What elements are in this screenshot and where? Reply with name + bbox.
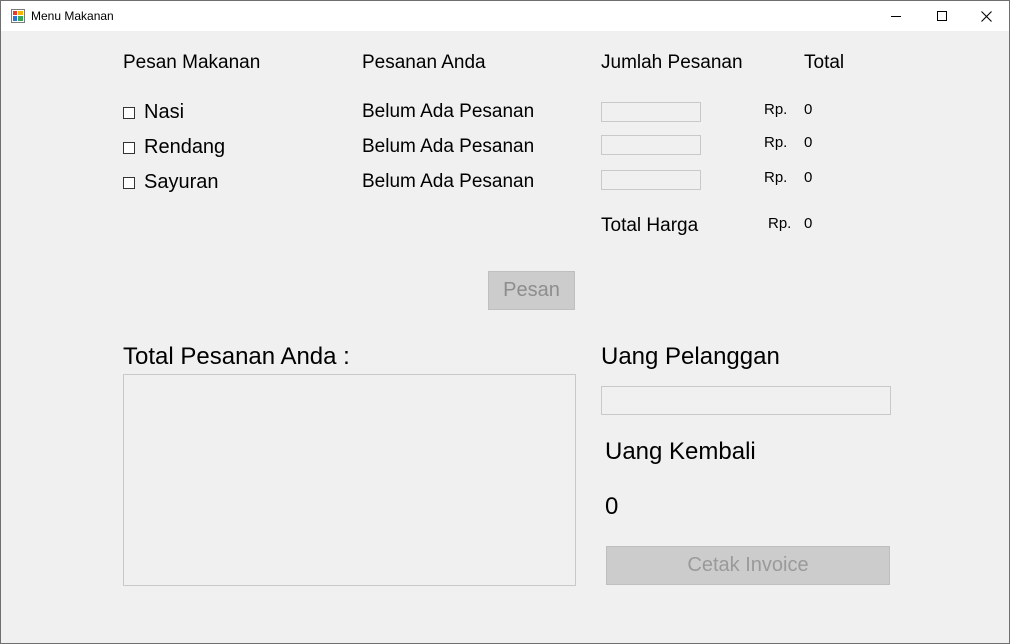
quantity-input-sayuran[interactable] (601, 170, 701, 190)
status-rendang: Belum Ada Pesanan (362, 136, 535, 157)
checkbox-label: Nasi (144, 101, 185, 123)
currency-label: Rp. (764, 169, 788, 186)
total-harga-label: Total Harga (601, 215, 699, 236)
title-bar: Menu Makanan (1, 1, 1009, 31)
maximize-button[interactable] (919, 1, 965, 31)
checkbox-nasi[interactable]: Nasi (123, 101, 184, 124)
minimize-button[interactable] (873, 1, 919, 31)
minimize-icon (891, 16, 901, 17)
total-harga-value: 0 (804, 215, 813, 232)
checkbox-label: Sayuran (144, 171, 219, 193)
checkbox-sayuran[interactable]: Sayuran (123, 171, 219, 194)
pesan-button[interactable]: Pesan (488, 271, 575, 310)
header-pesanan-anda: Pesanan Anda (362, 52, 486, 73)
app-window: Menu Makanan Pesan Makanan Pesanan Anda … (0, 0, 1010, 644)
window-title: Menu Makanan (31, 9, 114, 23)
app-icon (11, 9, 25, 23)
quantity-input-nasi[interactable] (601, 102, 701, 122)
maximize-icon (937, 11, 947, 21)
header-pesan-makanan: Pesan Makanan (123, 52, 261, 73)
order-summary-textarea[interactable] (123, 374, 576, 586)
total-harga-currency: Rp. (768, 215, 792, 232)
total-sayuran: 0 (804, 169, 813, 186)
currency-label: Rp. (764, 101, 788, 118)
uang-pelanggan-input[interactable] (601, 386, 891, 415)
close-icon (980, 10, 992, 22)
uang-pelanggan-label: Uang Pelanggan (601, 343, 780, 370)
currency-label: Rp. (764, 134, 788, 151)
header-jumlah-pesanan: Jumlah Pesanan (601, 52, 743, 73)
cetak-invoice-button[interactable]: Cetak Invoice (606, 546, 890, 585)
total-pesanan-label: Total Pesanan Anda : (123, 343, 350, 370)
checkbox-rendang[interactable]: Rendang (123, 136, 225, 159)
checkbox-box (123, 106, 135, 119)
status-sayuran: Belum Ada Pesanan (362, 171, 535, 192)
quantity-input-rendang[interactable] (601, 135, 701, 155)
checkbox-box (123, 176, 135, 189)
total-rendang: 0 (804, 134, 813, 151)
close-button[interactable] (963, 1, 1009, 31)
header-total: Total (804, 52, 845, 73)
checkbox-box (123, 141, 135, 154)
uang-kembali-label: Uang Kembali (605, 438, 756, 465)
uang-kembali-value: 0 (605, 493, 619, 520)
total-nasi: 0 (804, 101, 813, 118)
checkbox-label: Rendang (144, 136, 226, 158)
status-nasi: Belum Ada Pesanan (362, 101, 535, 122)
